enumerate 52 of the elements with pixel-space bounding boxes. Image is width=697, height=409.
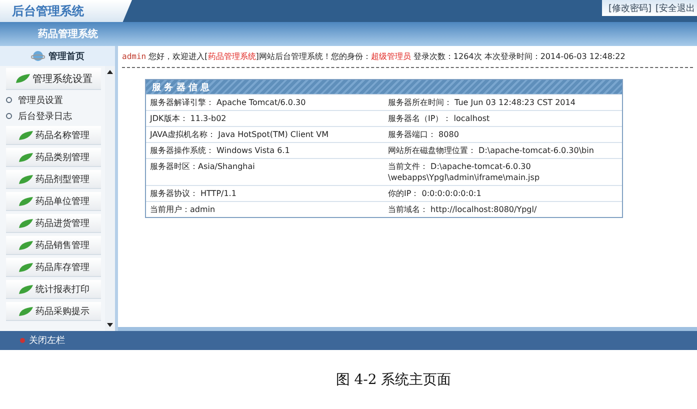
leaf-icon <box>18 240 34 250</box>
leaf-icon <box>18 284 34 294</box>
leaf-icon <box>18 130 34 140</box>
scroll-up-icon <box>107 70 113 74</box>
leaf-icon <box>14 73 30 84</box>
info-cell-text: 你的IP： 0:0:0:0:0:0:0:1 <box>387 188 482 200</box>
welcome-message: admin 您好，欢迎进入[药品管理系统]网站后台管理系统！您的身份：超级管理员 登录次数：1264次 本次登录时间：2014-06-03 12:48:22 <box>122 51 693 68</box>
menu-section[interactable]: 管理系统设置 <box>6 68 101 90</box>
menu-item[interactable]: 药品类别管理 <box>6 148 101 167</box>
figure-caption: 图 4-2 系统主页面 <box>336 370 452 388</box>
menu-item[interactable]: 药品进货管理 <box>6 214 101 233</box>
info-cell-text: 服务器名（IP）： localhost <box>387 113 491 125</box>
info-cell-text: JDK版本： 11.3-b02 <box>148 113 228 125</box>
header-link[interactable]: [修改密码] <box>608 2 652 14</box>
menu-item[interactable]: 药品剂型管理 <box>6 170 101 189</box>
home-menu-item[interactable]: 管理首页 <box>0 46 115 66</box>
leaf-icon <box>18 306 34 316</box>
leaf-icon <box>18 196 34 206</box>
info-cell-text: 服务器解译引擎： Apache Tomcat/6.0.30 <box>149 97 307 109</box>
menu-item[interactable]: 药品销售管理 <box>6 236 101 255</box>
info-cell-text: JAVA虚拟机名称： Java HotSpot(TM) Client VM <box>148 129 330 141</box>
leaf-icon <box>18 262 34 272</box>
leaf-icon <box>18 174 34 184</box>
scrollbar[interactable] <box>105 66 115 331</box>
info-cell-text: 当前域名： http://localhost:8080/Ypgl/ <box>387 204 538 216</box>
info-cell-text: 当前文件： D:\apache-tomcat-6.0.30 \webapps\Ypgl\admin\iframe\main.jsp <box>387 161 541 184</box>
info-cell-text: 网站所在磁盘物理位置： D:\apache-tomcat-6.0.30\bin <box>387 145 595 157</box>
menu-item[interactable]: 统计报表打印 <box>6 280 101 299</box>
leaf-icon <box>18 218 34 228</box>
menu-item[interactable]: 药品采购提示 <box>6 302 101 321</box>
scroll-down-icon <box>107 323 113 327</box>
system-title: 药品管理系统 <box>38 28 98 41</box>
logo-text: 后台管理系统 <box>12 2 84 20</box>
bullet-icon <box>6 113 12 119</box>
leaf-icon <box>18 152 34 162</box>
menu-item[interactable]: 药品库存管理 <box>6 258 101 277</box>
menu-item[interactable]: 药品单位管理 <box>6 192 101 211</box>
info-cell-text: 服务器端口： 8080 <box>387 129 460 141</box>
globe-icon <box>30 50 44 62</box>
bullet-icon <box>6 97 12 103</box>
header-link[interactable]: [安全退出 <box>655 2 695 14</box>
panel-title: 服 务 器 信 息 <box>152 82 210 94</box>
info-cell-text: 服务器操作系统： Windows Vista 6.1 <box>149 145 291 157</box>
menu-item[interactable]: 药品名称管理 <box>6 126 101 145</box>
close-sidebar-link[interactable]: 关闭左栏 <box>20 334 65 347</box>
info-cell-text: 当前用户：admin <box>149 204 216 216</box>
menu-link[interactable]: 管理员设置 <box>18 94 63 106</box>
info-cell-text: 服务器时区：Asia/Shanghai <box>149 161 256 173</box>
close-icon <box>20 338 25 343</box>
info-cell-text: 服务器协议： HTTP/1.1 <box>149 188 238 200</box>
info-cell-text: 服务器所在时间： Tue Jun 03 12:48:23 CST 2014 <box>387 97 576 109</box>
menu-link[interactable]: 后台登录日志 <box>18 110 72 122</box>
